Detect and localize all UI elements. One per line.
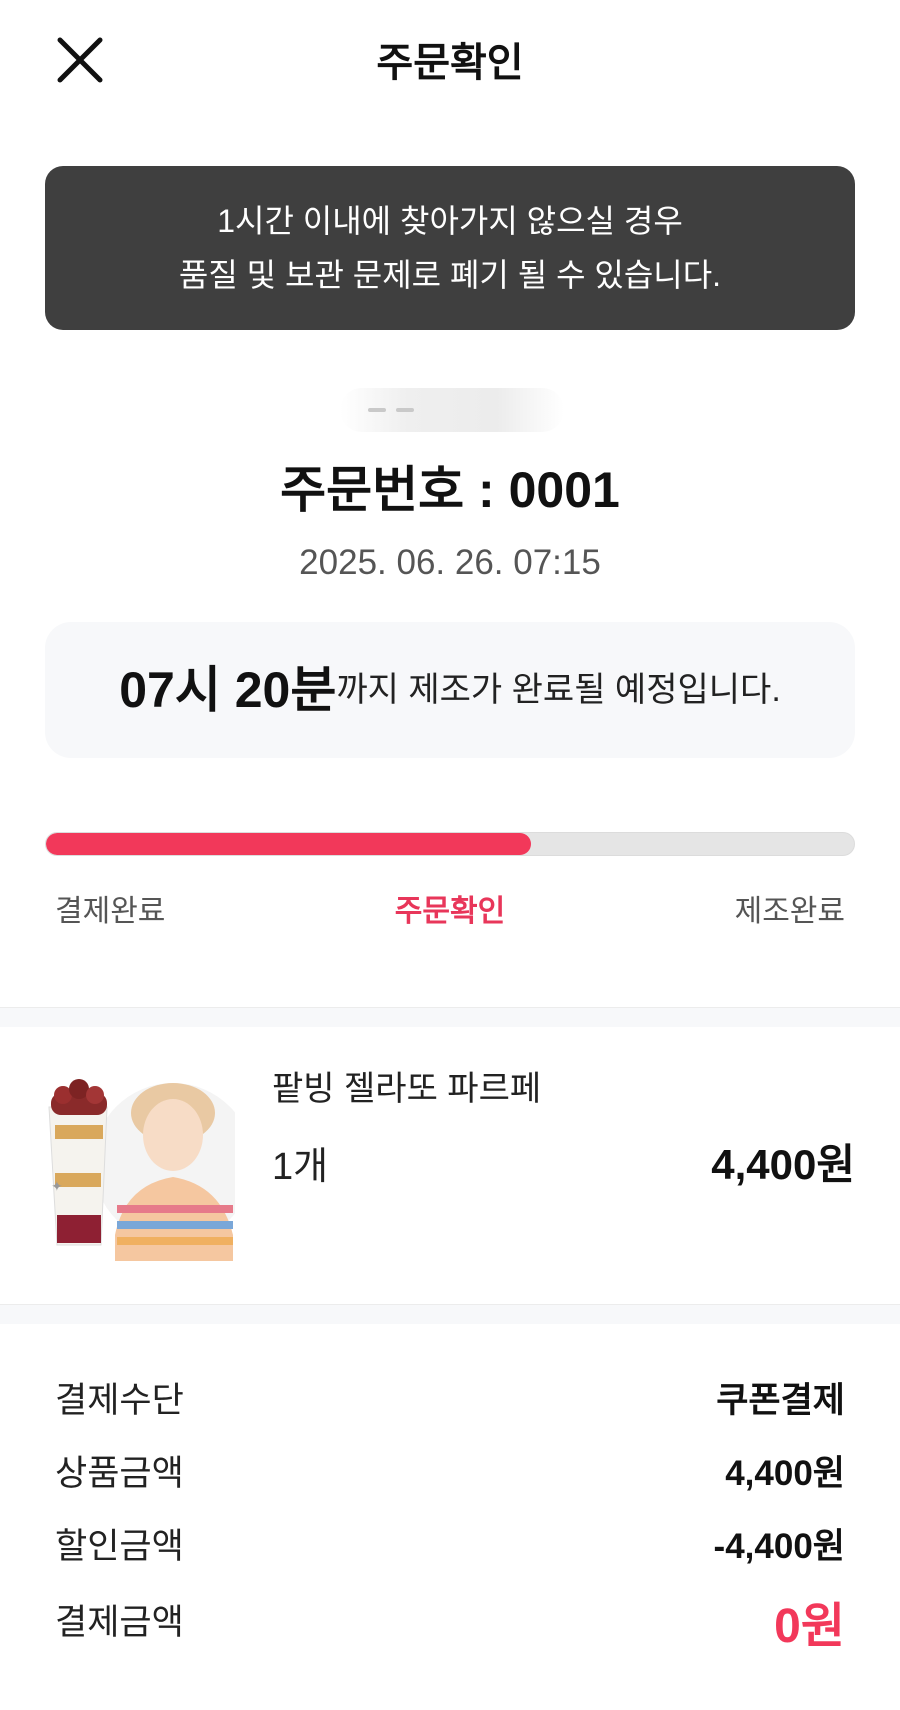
total-amount: 0원 (774, 1600, 845, 1653)
order-number: 주문번호 : 0001 (280, 462, 620, 518)
order-progress-fill (46, 833, 531, 855)
header: 주문확인 (0, 0, 900, 120)
pickup-notice-banner: 1시간 이내에 찾아가지 않으실 경우 품질 및 보관 문제로 폐기 될 수 있… (45, 166, 855, 330)
summary-row-payment-method: 결제수단 쿠폰결제 (55, 1372, 845, 1432)
notice-line-1: 1시간 이내에 찾아가지 않으실 경우 (217, 203, 683, 239)
eta-box: 07시 20분까지 제조가 완료될 예정입니다. (45, 622, 855, 758)
summary-row-discount-amount: 할인금액 -4,400원 (55, 1518, 845, 1578)
order-datetime: 2025. 06. 26. 07:15 (299, 543, 601, 582)
summary-value: 쿠폰결제 (716, 1381, 845, 1420)
notice-line-2: 품질 및 보관 문제로 폐기 될 수 있습니다. (178, 257, 722, 293)
summary-row-total-amount: 결제금액 0원 (55, 1594, 845, 1654)
summary-label: 상품금액 (55, 1454, 184, 1493)
summary-label: 할인금액 (55, 1527, 184, 1566)
order-item: ✦ 팥빙 젤라또 파르페 1개 4,400원 (0, 1027, 900, 1304)
blurred-store-label (340, 388, 564, 432)
section-divider (0, 1304, 900, 1324)
page-title: 주문확인 (376, 41, 524, 85)
product-price: 4,400원 (711, 1141, 855, 1188)
summary-row-product-amount: 상품금액 4,400원 (55, 1445, 845, 1505)
section-divider (0, 1007, 900, 1027)
eta-message: 까지 제조가 완료될 예정입니다. (336, 671, 781, 709)
product-name: 팥빙 젤라또 파르페 (272, 1070, 542, 1108)
summary-value: 4,400원 (725, 1454, 845, 1493)
order-progress-bar (45, 832, 855, 856)
product-quantity: 1개 (272, 1146, 329, 1188)
summary-value: -4,400원 (713, 1527, 845, 1566)
summary-label: 결제수단 (55, 1381, 184, 1420)
summary-label: 결제금액 (55, 1603, 184, 1642)
eta-time: 07시 20분 (119, 662, 337, 718)
step-preparation-complete: 제조완료 (734, 895, 845, 928)
svg-text:✦: ✦ (51, 1179, 63, 1195)
product-thumbnail: ✦ (45, 1065, 253, 1261)
